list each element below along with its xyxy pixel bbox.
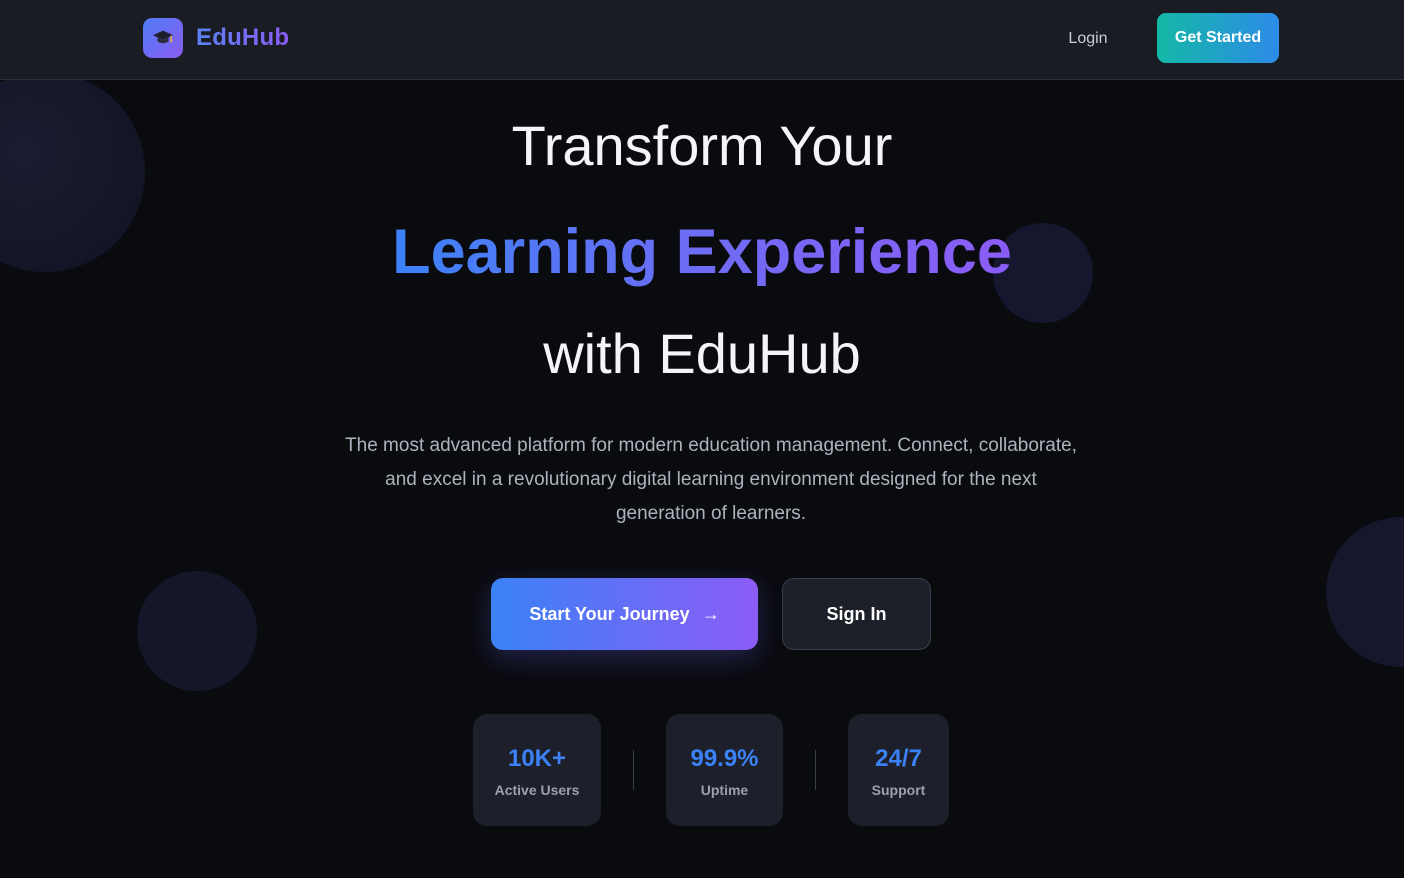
start-journey-label: Start Your Journey [529, 603, 690, 624]
login-link[interactable]: Login [1048, 26, 1128, 52]
landing-page: EduHub Login Get Started Transform Your … [0, 0, 1404, 878]
brand-link[interactable]: EduHub [143, 18, 289, 58]
hero-title-line-1: Transform Your [511, 114, 893, 177]
decorative-circle [137, 571, 257, 691]
sign-in-button[interactable]: Sign In [782, 578, 931, 650]
stat-value: 10K+ [507, 745, 567, 772]
top-navbar: EduHub Login Get Started [0, 0, 1404, 80]
stat-value: 24/7 [875, 745, 922, 772]
stat-label: Uptime [700, 782, 749, 798]
hero-title-highlight: Learning Experience [0, 214, 1404, 290]
hero-description: The most advanced platform for modern ed… [345, 435, 1077, 524]
get-started-button[interactable]: Get Started [1157, 13, 1279, 63]
stat-card-users: 10K+ Active Users [473, 714, 601, 826]
stat-card-support: 24/7 Support [848, 714, 949, 826]
hero-title-line-2: Learning Experience [392, 217, 1012, 287]
arrow-right-icon: → [701, 603, 720, 624]
stat-label: Active Users [494, 782, 580, 798]
decorative-circle [1326, 517, 1404, 667]
graduation-cap-icon [143, 18, 183, 58]
stat-card-uptime: 99.9% Uptime [666, 714, 783, 826]
start-journey-button[interactable]: Start Your Journey → [491, 578, 758, 650]
brand-name: EduHub [196, 24, 290, 51]
stat-divider [633, 750, 634, 790]
stat-divider [815, 750, 816, 790]
stat-label: Support [871, 782, 926, 798]
stat-value: 99.9% [690, 745, 759, 772]
hero-title-line-3: with EduHub [543, 322, 861, 385]
